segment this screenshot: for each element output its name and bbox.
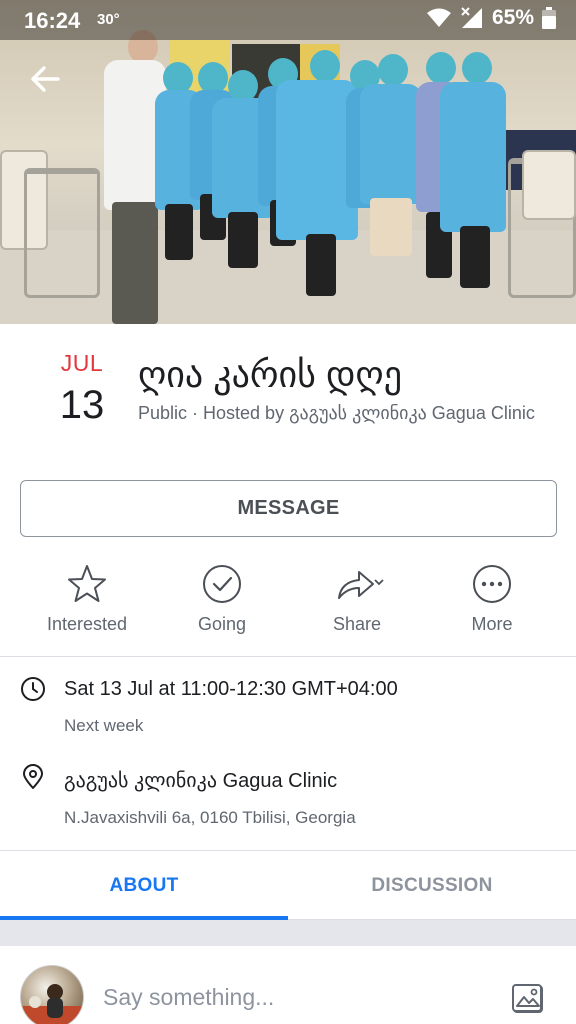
event-datetime: Sat 13 Jul at 11:00-12:30 GMT+04:00 [64, 678, 398, 700]
event-tabs: ABOUT DISCUSSION [0, 852, 576, 920]
signal-icon [461, 7, 482, 28]
divider [0, 850, 576, 851]
tab-discussion[interactable]: DISCUSSION [288, 852, 576, 920]
person-legs [165, 204, 193, 260]
more-dots-icon [473, 565, 511, 603]
share-arrow-icon [338, 571, 384, 599]
wifi-icon [426, 8, 451, 27]
going-button[interactable]: Going [157, 562, 287, 635]
event-month: JUL [60, 350, 104, 376]
cover-person [440, 52, 506, 292]
cover-bed [522, 150, 576, 220]
person-legs [370, 198, 412, 256]
event-time-row[interactable]: Sat 13 Jul at 11:00-12:30 GMT+04:00 Next… [0, 672, 576, 748]
person-legs [306, 234, 336, 296]
event-date: JUL 13 [42, 350, 122, 428]
person-legs [112, 202, 158, 324]
event-location-row[interactable]: გაგუას კლინიკა Gagua Clinic N.Javaxishvi… [0, 762, 576, 842]
person-body [440, 82, 506, 232]
battery-icon [542, 7, 556, 29]
avatar[interactable] [20, 965, 84, 1024]
composer-input[interactable]: Say something... [103, 984, 274, 1011]
post-composer: Say something... [0, 946, 576, 1024]
back-arrow-icon[interactable] [28, 62, 62, 96]
clock-icon [21, 677, 45, 701]
star-icon [68, 565, 106, 602]
share-label: Share [332, 614, 382, 634]
person-head [378, 54, 408, 86]
message-button[interactable]: MESSAGE [20, 480, 557, 537]
status-temperature: 30° [97, 11, 120, 28]
event-place-name: გაგუას კლინიკა Gagua Clinic [64, 770, 338, 792]
tab-about[interactable]: ABOUT [0, 852, 288, 920]
person-body [360, 84, 422, 204]
event-day: 13 [59, 383, 105, 427]
divider [0, 656, 576, 657]
event-actions: Interested Going Share More [0, 562, 576, 642]
cover-person [360, 54, 422, 264]
photo-icon[interactable] [508, 978, 548, 1018]
going-label: Going [197, 614, 247, 634]
person-legs [460, 226, 490, 288]
status-indicators: 65% [426, 6, 556, 30]
share-button[interactable]: Share [292, 562, 422, 635]
battery-percent: 65% [491, 6, 534, 29]
avatar-photo [21, 984, 83, 1024]
cover-bed [24, 168, 100, 298]
event-address: N.Javaxishvili 6a, 0160 Tbilisi, Georgia [64, 808, 356, 827]
event-relative-time: Next week [64, 716, 144, 735]
status-time: 16:24 [24, 8, 81, 33]
more-label: More [471, 614, 513, 634]
more-button[interactable]: More [427, 562, 557, 635]
check-circle-icon [203, 565, 241, 603]
location-pin-icon [23, 764, 43, 789]
person-legs [228, 212, 258, 268]
event-title: ღია კარის დღე [138, 354, 402, 395]
section-separator [0, 920, 576, 946]
interested-button[interactable]: Interested [22, 562, 152, 635]
event-host-info[interactable]: Public · Hosted by გაგუას კლინიკა Gagua … [138, 401, 538, 425]
interested-label: Interested [46, 614, 128, 634]
event-cover-photo[interactable] [0, 0, 576, 324]
person-head [462, 52, 492, 84]
person-head [310, 50, 340, 82]
status-bar: 16:24 30° 65% [0, 0, 576, 40]
